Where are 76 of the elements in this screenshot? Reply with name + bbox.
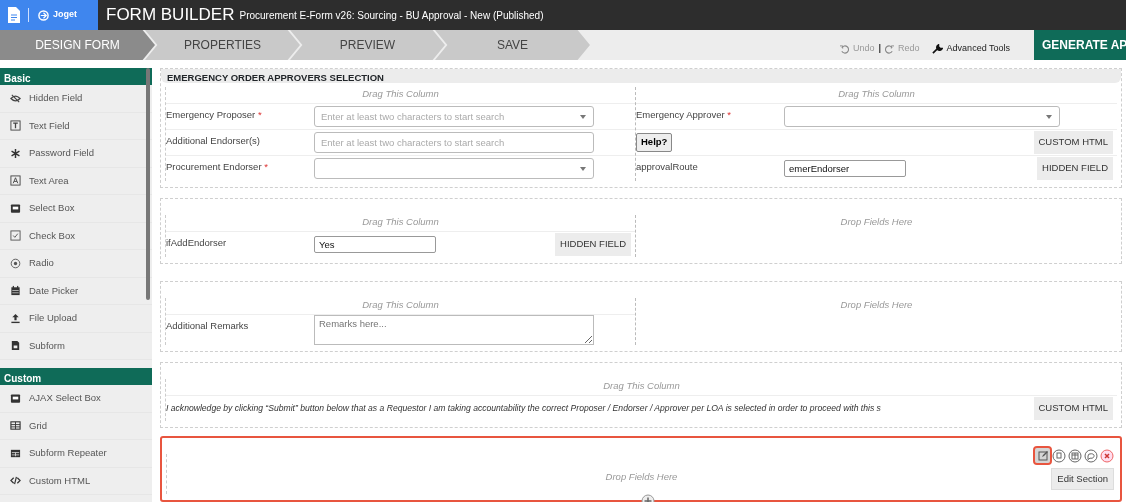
asterisk-icon	[10, 147, 21, 159]
logo-icon	[38, 9, 49, 21]
section-title: EMERGENCY ORDER APPROVERS SELECTION	[161, 69, 1121, 83]
upload-icon	[10, 312, 21, 324]
text-area-icon	[10, 175, 21, 187]
brand-name: Joget	[53, 8, 77, 22]
app-title: FORM BUILDER	[106, 4, 235, 27]
select-field[interactable]	[314, 158, 594, 179]
step-tab[interactable]: PROPERTIES	[145, 30, 300, 60]
checkbox-icon	[10, 230, 21, 242]
field-label: Emergency Proposer *	[166, 108, 263, 122]
input-field[interactable]: emerEndorser	[784, 160, 906, 177]
field-label: Additional Endorser(s)	[166, 134, 261, 148]
form-title: Procurement E-Form v26: Sourcing - BU Approval - New (Published)	[239, 8, 544, 23]
grid-icon	[10, 420, 21, 432]
element-type-label: HIDDEN FIELD	[555, 233, 631, 256]
text-field[interactable]: Enter at least two characters to start search	[314, 132, 594, 153]
form-section[interactable]: Drop Fields Here Edit Section	[160, 436, 1122, 502]
step-tab[interactable]: PREVIEW	[290, 30, 445, 60]
drop-zone-label: Drop Fields Here	[605, 471, 678, 482]
palette-item[interactable]: Subform Repeater	[0, 440, 152, 468]
divider-line	[28, 8, 30, 22]
select-field[interactable]	[784, 106, 1060, 127]
eye-slash-icon	[10, 92, 21, 104]
code-icon	[10, 475, 21, 487]
edit-icon[interactable]	[1035, 448, 1050, 463]
field-label: ifAddEndorser	[166, 236, 228, 250]
text-field-icon	[10, 120, 21, 132]
form-section[interactable]	[160, 362, 1122, 428]
drop-zone-label: Drop Fields Here	[840, 216, 913, 227]
element-type-label: CUSTOM HTML	[1033, 131, 1113, 154]
wrench-icon	[931, 43, 943, 55]
palette-item[interactable]: File Upload	[0, 305, 152, 333]
drop-zone-label: Drop Fields Here	[840, 299, 913, 310]
delete-icon[interactable]	[1099, 448, 1114, 463]
field-label: Procurement Endorser *	[166, 160, 269, 174]
separator: |	[878, 42, 882, 56]
advanced-tools-link[interactable]: Advanced Tools	[931, 42, 1010, 56]
form-section[interactable]: Drag This Column Additional Remarks Remarks here... Drop Fields Here	[160, 281, 1122, 352]
document-icon[interactable]	[8, 7, 20, 23]
calendar-icon	[10, 285, 21, 297]
statement-text: I acknowledge by clicking “Submit” button below that as a Requestor I am taking accountability the correct Proposer / Endorser / Approver per LOA is selected in order to proceed with this s	[166, 402, 881, 415]
select-field[interactable]: Enter at least two characters to start search	[314, 106, 594, 127]
palette-item[interactable]: Subform	[0, 332, 152, 360]
step-tab[interactable]: SAVE	[435, 30, 590, 60]
palette-heading: Custom	[0, 368, 152, 385]
input-field[interactable]: Yes	[314, 236, 436, 253]
palette-item[interactable]: Custom HTML	[0, 467, 152, 495]
palette-item[interactable]: Grid	[0, 412, 152, 440]
scrollbar[interactable]	[146, 68, 150, 300]
caret-icon	[580, 114, 586, 119]
caret-icon	[1046, 114, 1052, 119]
field-label: approvalRoute	[636, 160, 699, 174]
help-button[interactable]: Help?	[636, 133, 673, 152]
table-icon	[10, 447, 21, 459]
undo-icon	[840, 44, 850, 54]
document-icon	[10, 340, 21, 352]
tooltip: Edit Section	[1051, 468, 1114, 491]
element-type-label: CUSTOM HTML	[1033, 397, 1113, 420]
palette-item[interactable]: AJAX Select Box	[0, 385, 152, 413]
redo-icon	[885, 44, 895, 54]
field-label: Additional Remarks	[166, 319, 250, 333]
copy-icon[interactable]	[1051, 448, 1066, 463]
form-section[interactable]: Drag This Column ifAddEndorser Yes HIDDEN FIELD Drop Fields Here	[160, 198, 1122, 264]
dropdown-icon	[10, 202, 21, 214]
field-label: Emergency Approver *	[636, 108, 733, 122]
dropdown-icon	[10, 392, 21, 404]
text-area[interactable]: Remarks here...	[314, 315, 594, 345]
generate-button[interactable]: GENERATE AP	[1034, 30, 1126, 60]
palette-heading: Basic	[0, 68, 152, 85]
form-section[interactable]	[160, 68, 1122, 188]
caret-icon	[580, 166, 586, 171]
radio-icon	[10, 257, 21, 269]
element-type-label: HIDDEN FIELD	[1037, 157, 1113, 180]
comment-icon[interactable]	[1083, 448, 1098, 463]
columns-icon[interactable]	[1067, 448, 1082, 463]
